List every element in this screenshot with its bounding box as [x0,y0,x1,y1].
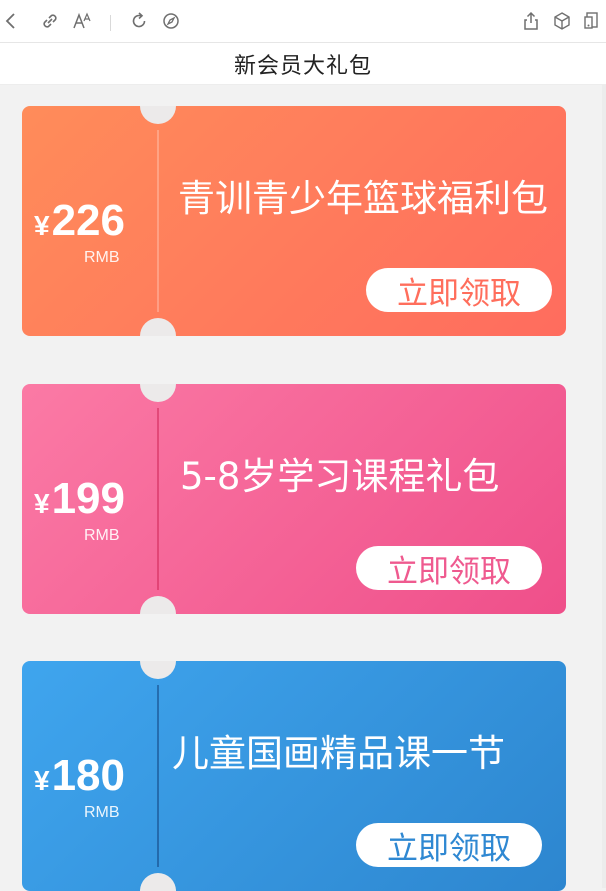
toolbar-separator [110,15,111,31]
currency-symbol: ¥ [34,765,50,796]
coupon-amount: 226 [51,196,125,245]
ticket-notch [140,661,176,679]
coupon-title: 青训青少年篮球福利包 [178,177,548,220]
device-icon[interactable] [581,10,603,32]
currency-unit: RMB [84,249,120,266]
coupon-card: ¥ 180 RMB 儿童国画精品课一节 立即领取 [22,661,566,891]
ticket-notch [140,596,176,614]
browser-toolbar [0,0,606,43]
coupon-card: ¥ 199 RMB 5-8岁学习课程礼包 立即领取 [22,384,566,614]
refresh-icon[interactable] [128,10,150,32]
coupon-price: ¥ 226 [34,196,125,246]
coupon-price: ¥ 199 [34,474,125,524]
currency-unit: RMB [84,804,120,821]
ticket-notch [140,384,176,402]
coupon-title: 儿童国画精品课一节 [172,732,505,775]
currency-symbol: ¥ [34,210,50,241]
page-title: 新会员大礼包 [233,53,372,79]
claim-button[interactable]: 立即领取 [356,546,542,590]
coupon-card: ¥ 226 RMB 青训青少年篮球福利包 立即领取 [22,106,566,336]
ticket-divider [157,408,159,590]
cube-icon[interactable] [551,10,573,32]
ticket-notch [140,106,176,124]
coupon-title: 5-8岁学习课程礼包 [180,455,500,498]
coupon-amount: 180 [51,751,125,800]
claim-button[interactable]: 立即领取 [356,823,542,867]
ticket-notch [140,318,176,336]
currency-symbol: ¥ [34,488,50,519]
compass-icon[interactable] [160,10,182,32]
coupon-price: ¥ 180 [34,751,125,801]
ticket-divider [157,130,159,312]
ticket-notch [140,873,176,891]
title-bar: 新会员大礼包 [0,43,606,85]
currency-unit: RMB [84,527,120,544]
link-icon[interactable] [39,10,61,32]
coupon-amount: 199 [51,474,125,523]
share-icon[interactable] [520,10,542,32]
claim-button[interactable]: 立即领取 [366,268,552,312]
font-size-icon[interactable] [72,10,94,32]
back-icon[interactable] [0,10,22,32]
ticket-divider [157,685,159,867]
scrollbar-track[interactable] [602,85,606,888]
